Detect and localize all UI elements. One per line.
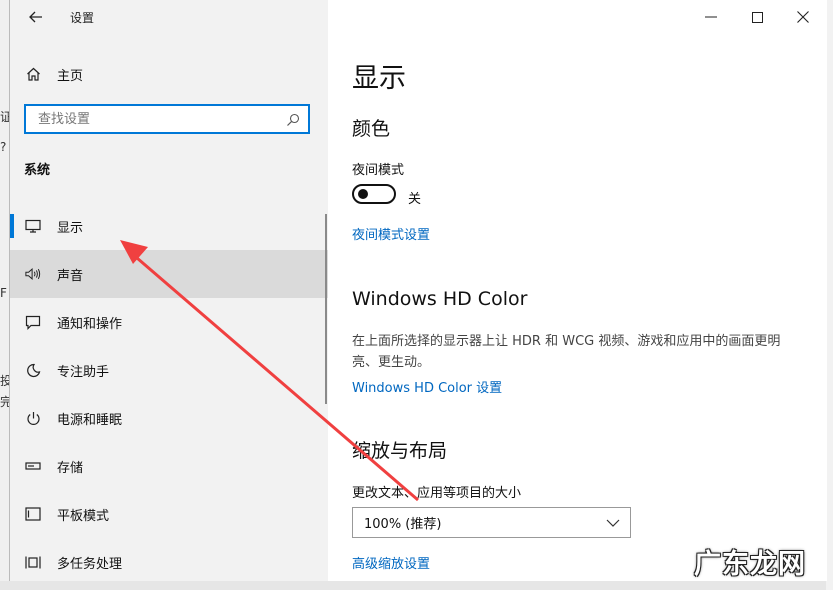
sidebar-item-sound[interactable]: 声音 <box>10 250 328 298</box>
night-mode-label: 夜间模式 <box>352 163 405 178</box>
background-taskbar-strip <box>0 581 833 590</box>
monitor-icon <box>25 218 41 234</box>
sidebar: 设置 主页 系统 显示 声 <box>10 0 328 581</box>
scale-label: 更改文本、应用等项目的大小 <box>352 486 522 501</box>
sidebar-item-label: 主页 <box>57 68 84 84</box>
night-mode-settings-link[interactable]: 夜间模式设置 <box>352 224 430 243</box>
sidebar-item-label: 声音 <box>57 268 84 284</box>
sidebar-item-notifications[interactable]: 通知和操作 <box>10 298 328 346</box>
watermark: 广东龙网 <box>694 549 806 580</box>
hdr-settings-link[interactable]: Windows HD Color 设置 <box>352 377 502 396</box>
window-title: 设置 <box>70 11 95 25</box>
sidebar-scrollbar[interactable] <box>325 214 327 404</box>
search-icon[interactable] <box>286 112 300 126</box>
notification-icon <box>25 314 41 330</box>
speaker-icon <box>25 266 41 282</box>
sidebar-item-tablet-mode[interactable]: 平板模式 <box>10 490 328 538</box>
sidebar-item-focus-assist[interactable]: 专注助手 <box>10 346 328 394</box>
sidebar-item-label: 平板模式 <box>57 508 110 524</box>
advanced-scaling-link[interactable]: 高级缩放设置 <box>352 553 430 572</box>
background-right-strip <box>826 0 833 590</box>
content-pane: 显示 颜色 夜间模式 关 夜间模式设置 Windows HD Color 在上面… <box>328 0 827 581</box>
back-button[interactable] <box>22 6 50 28</box>
sidebar-item-label: 显示 <box>57 220 84 236</box>
section-heading-color: 颜色 <box>352 118 391 140</box>
sidebar-item-home[interactable]: 主页 <box>10 58 328 90</box>
sidebar-item-power-sleep[interactable]: 电源和睡眠 <box>10 394 328 442</box>
sidebar-item-label: 存储 <box>57 460 84 476</box>
section-title: 系统 <box>24 163 51 178</box>
multitask-icon <box>25 554 41 570</box>
back-arrow-icon <box>29 11 42 23</box>
section-heading-hdr: Windows HD Color <box>352 288 528 310</box>
section-heading-scale: 缩放与布局 <box>352 440 448 462</box>
sidebar-item-storage[interactable]: 存储 <box>10 442 328 490</box>
search-input[interactable] <box>36 110 286 128</box>
sidebar-nav-list: 显示 声音 通知和操作 专注助手 电源和睡眠 存储 平板模式 多任务处理 <box>10 202 328 581</box>
power-icon <box>25 410 41 426</box>
background-text-fragment: ? <box>0 140 7 154</box>
page-title: 显示 <box>352 63 406 94</box>
maximize-icon <box>751 11 763 23</box>
sidebar-item-label: 通知和操作 <box>57 316 123 332</box>
sidebar-item-label: 多任务处理 <box>57 556 123 572</box>
maximize-button[interactable] <box>734 3 780 31</box>
night-mode-state: 关 <box>408 192 422 207</box>
storage-icon <box>25 458 41 474</box>
night-mode-toggle[interactable] <box>352 184 396 204</box>
chevron-down-icon <box>606 519 620 527</box>
home-icon <box>25 66 41 82</box>
hdr-description: 在上面所选择的显示器上让 HDR 和 WCG 视频、游戏和应用中的画面更明亮、更… <box>352 334 781 370</box>
minimize-icon <box>705 16 717 18</box>
tablet-icon <box>25 506 41 522</box>
toggle-knob <box>358 189 368 199</box>
moon-icon <box>25 362 41 378</box>
scale-dropdown[interactable]: 100% (推荐) <box>352 507 631 538</box>
sidebar-item-display[interactable]: 显示 <box>10 202 328 250</box>
background-text-fragment: F <box>0 286 7 300</box>
settings-window: 设置 主页 系统 显示 声 <box>9 0 827 581</box>
close-button[interactable] <box>780 3 826 31</box>
close-icon <box>797 11 809 23</box>
sidebar-item-label: 专注助手 <box>57 364 110 380</box>
sidebar-item-multitasking[interactable]: 多任务处理 <box>10 538 328 581</box>
search-box[interactable] <box>24 104 310 134</box>
minimize-button[interactable] <box>688 3 734 31</box>
sidebar-item-label: 电源和睡眠 <box>57 412 123 428</box>
scale-dropdown-value: 100% (推荐) <box>364 517 442 532</box>
